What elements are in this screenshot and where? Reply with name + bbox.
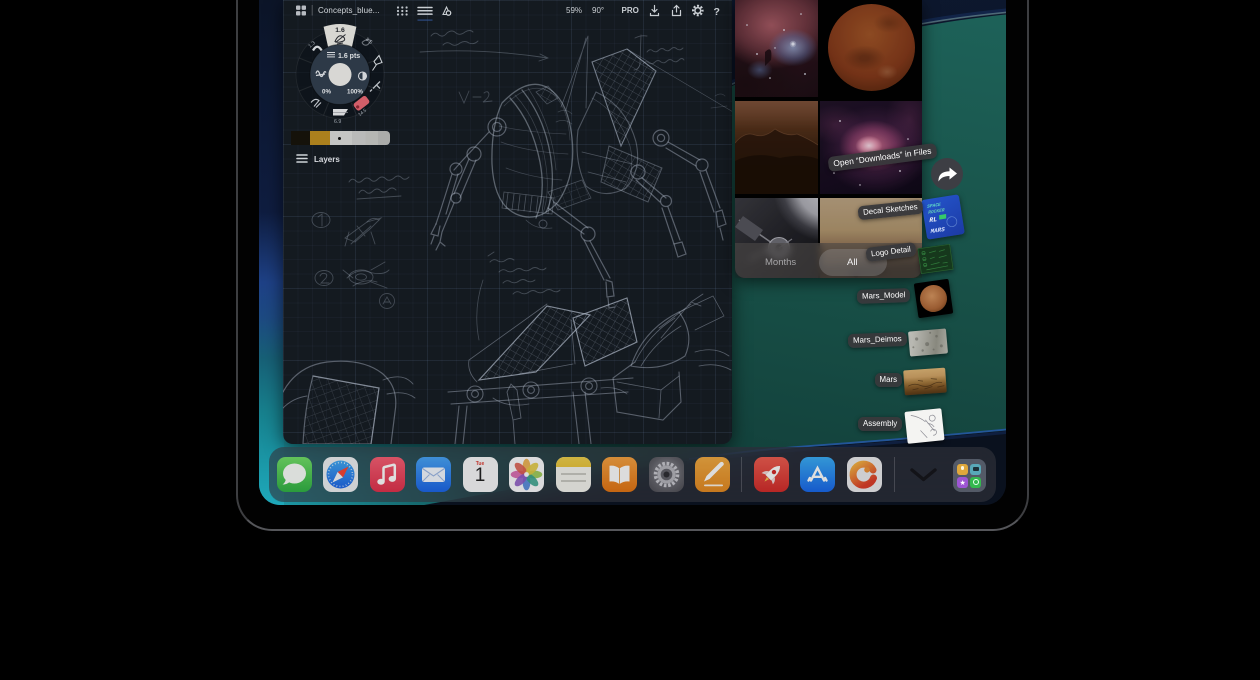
svg-text:RL: RL — [929, 215, 937, 223]
svg-text:MARS: MARS — [929, 225, 945, 234]
